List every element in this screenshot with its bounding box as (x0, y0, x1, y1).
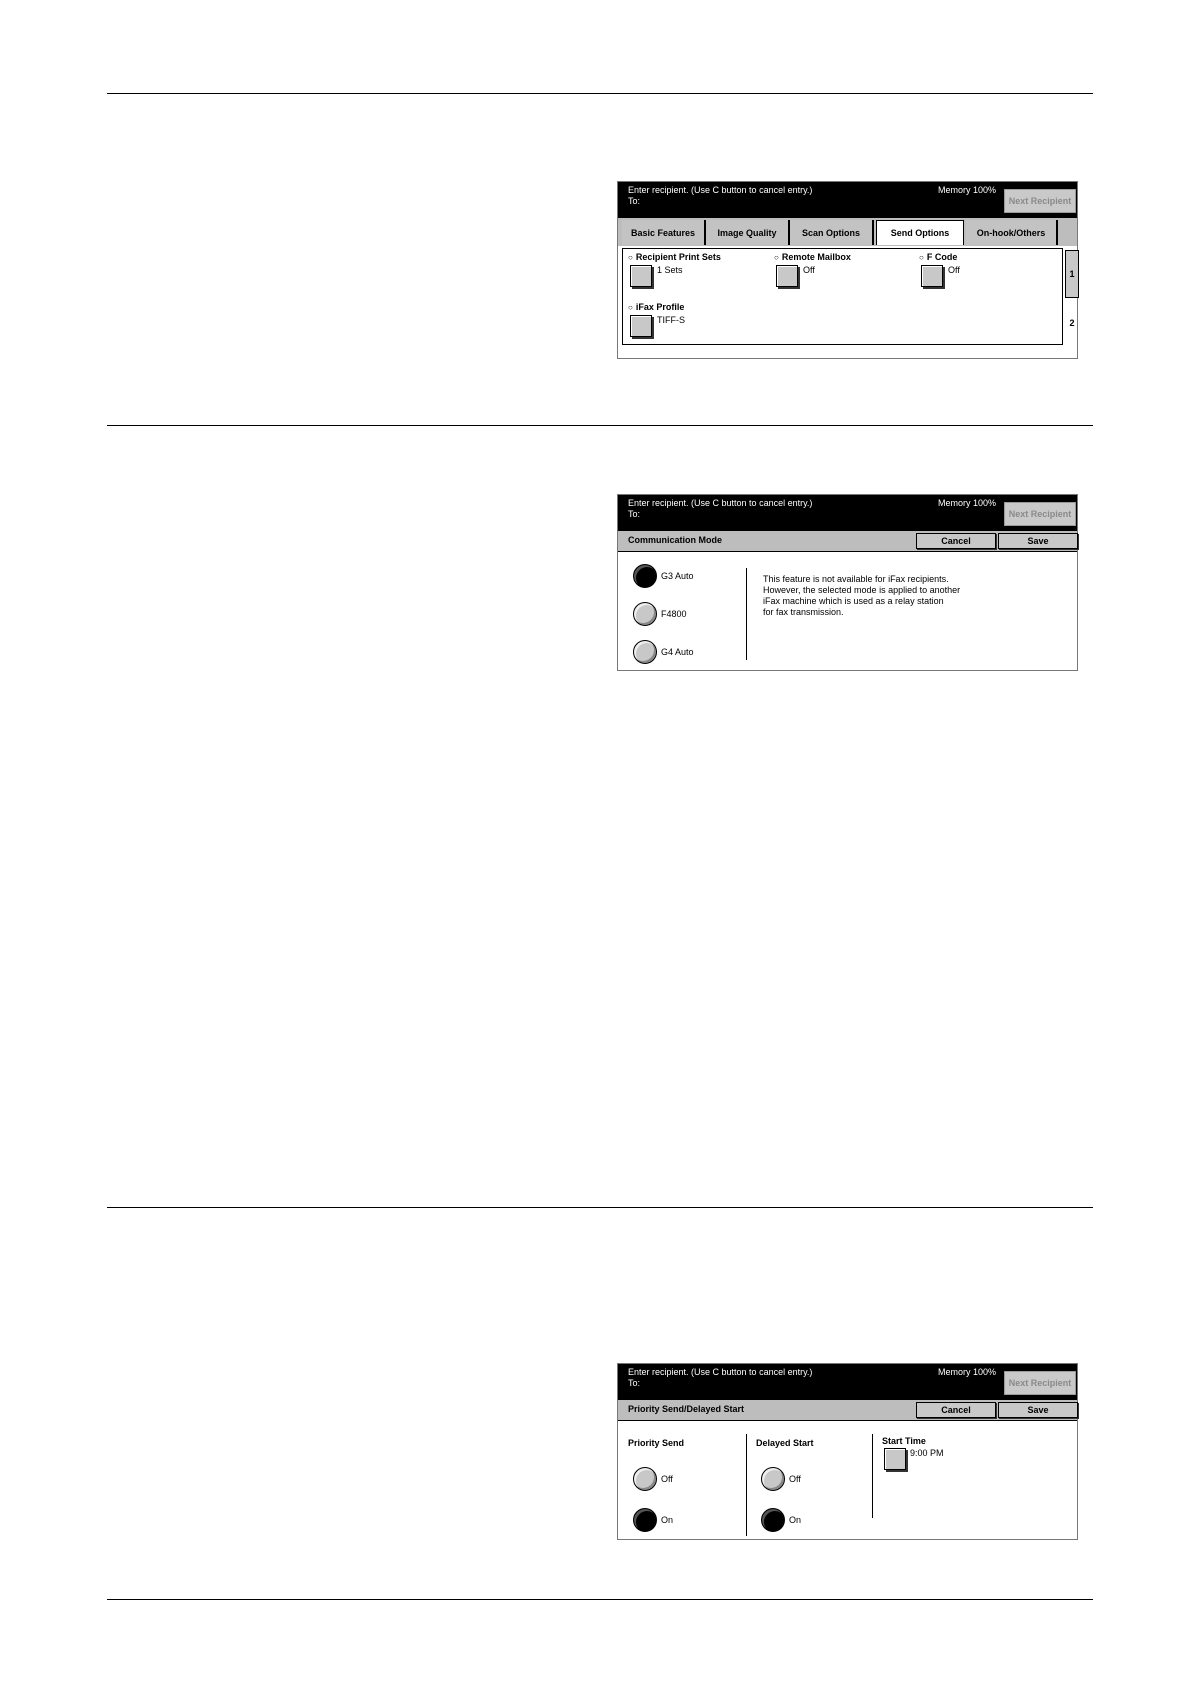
delayed-start-on-label: On (789, 1515, 802, 1525)
memory-indicator: Memory 100% (938, 185, 997, 195)
column-divider (746, 568, 747, 660)
message-bar: Enter recipient. (Use C button to cancel… (618, 495, 1077, 531)
cancel-button[interactable]: Cancel (916, 533, 996, 549)
tab-on-hook-others[interactable]: On-hook/Others (966, 220, 1058, 245)
g3-auto-radio[interactable] (633, 564, 657, 588)
recipient-label: To: (628, 509, 641, 519)
remote-mailbox-value: Off (803, 265, 815, 275)
divider-bottom (107, 1599, 1093, 1600)
note-line: This feature is not available for iFax r… (763, 574, 949, 584)
communication-mode-screen: Enter recipient. (Use C button to cancel… (617, 494, 1078, 671)
cancel-button[interactable]: Cancel (916, 1402, 996, 1418)
message-text: Enter recipient. (Use C button to cancel… (628, 185, 813, 195)
recipient-print-sets-label: Recipient Print Sets (628, 252, 721, 262)
g3-auto-label: G3 Auto (661, 571, 694, 581)
message-text: Enter recipient. (Use C button to cancel… (628, 1367, 813, 1377)
save-button[interactable]: Save (998, 533, 1078, 549)
ifax-profile-button[interactable] (630, 315, 652, 337)
tab-basic-features[interactable]: Basic Features (622, 220, 706, 245)
screen-titlebar: Communication Mode Cancel Save (618, 531, 1078, 552)
recipient-label: To: (628, 1378, 641, 1388)
tab-send-options[interactable]: Send Options (876, 220, 964, 245)
priority-send-off-radio[interactable] (633, 1467, 657, 1491)
g4-auto-label: G4 Auto (661, 647, 694, 657)
page-selector: 1 2 (1065, 248, 1079, 345)
ifax-profile-label: iFax Profile (628, 302, 685, 312)
divider-section-2 (107, 425, 1093, 426)
tab-bar: Basic Features Image Quality Scan Option… (618, 218, 1077, 246)
delayed-start-heading: Delayed Start (756, 1438, 814, 1448)
page-2-button[interactable]: 2 (1065, 303, 1079, 343)
g4-auto-radio[interactable] (633, 640, 657, 664)
tab-scan-options[interactable]: Scan Options (790, 220, 874, 245)
note-line: However, the selected mode is applied to… (763, 585, 961, 595)
divider-top (107, 93, 1093, 94)
page-1-button[interactable]: 1 (1065, 250, 1079, 298)
divider-section-3 (107, 1207, 1093, 1208)
message-text: Enter recipient. (Use C button to cancel… (628, 498, 813, 508)
screen-title: Priority Send/Delayed Start (628, 1404, 745, 1414)
priority-send-off-label: Off (661, 1474, 673, 1484)
priority-send-on-radio[interactable] (633, 1508, 657, 1532)
tab-image-quality[interactable]: Image Quality (706, 220, 790, 245)
f4800-radio[interactable] (633, 602, 657, 626)
priority-send-on-label: On (661, 1515, 674, 1525)
priority-send-heading: Priority Send (628, 1438, 685, 1448)
delayed-start-off-radio[interactable] (761, 1467, 785, 1491)
column-divider (872, 1434, 873, 1518)
f-code-label: F Code (919, 252, 958, 262)
screen-titlebar: Priority Send/Delayed Start Cancel Save (618, 1400, 1078, 1421)
ifax-profile-value: TIFF-S (657, 315, 685, 325)
next-recipient-button[interactable]: Next Recipient (1004, 502, 1076, 526)
memory-indicator: Memory 100% (938, 498, 997, 508)
remote-mailbox-button[interactable] (776, 265, 798, 287)
start-time-heading: Start Time (882, 1436, 926, 1446)
availability-note: This feature is not available for iFax r… (763, 574, 960, 618)
column-divider (746, 1434, 747, 1536)
screen-title: Communication Mode (628, 535, 722, 545)
message-bar: Enter recipient. (Use C button to cancel… (618, 1364, 1077, 1400)
delayed-start-on-radio[interactable] (761, 1508, 785, 1532)
priority-send-delayed-start-screen: Enter recipient. (Use C button to cancel… (617, 1363, 1078, 1540)
start-time-value: 9:00 PM (910, 1448, 944, 1458)
delayed-start-off-label: Off (789, 1474, 801, 1484)
next-recipient-button[interactable]: Next Recipient (1004, 189, 1076, 213)
message-bar: Enter recipient. (Use C button to cancel… (618, 182, 1077, 218)
note-line: iFax machine which is used as a relay st… (763, 596, 944, 606)
save-button[interactable]: Save (998, 1402, 1078, 1418)
send-options-screen: Enter recipient. (Use C button to cancel… (617, 181, 1079, 359)
remote-mailbox-label: Remote Mailbox (774, 252, 851, 262)
next-recipient-button[interactable]: Next Recipient (1004, 1371, 1076, 1395)
send-options-content: Recipient Print Sets 1 Sets Remote Mailb… (622, 248, 1063, 345)
recipient-print-sets-value: 1 Sets (657, 265, 683, 275)
f-code-button[interactable] (921, 265, 943, 287)
recipient-label: To: (628, 196, 641, 206)
f-code-value: Off (948, 265, 960, 275)
start-time-button[interactable] (884, 1448, 906, 1470)
recipient-print-sets-button[interactable] (630, 265, 652, 287)
f4800-label: F4800 (661, 609, 687, 619)
memory-indicator: Memory 100% (938, 1367, 997, 1377)
note-line: for fax transmission. (763, 607, 844, 617)
